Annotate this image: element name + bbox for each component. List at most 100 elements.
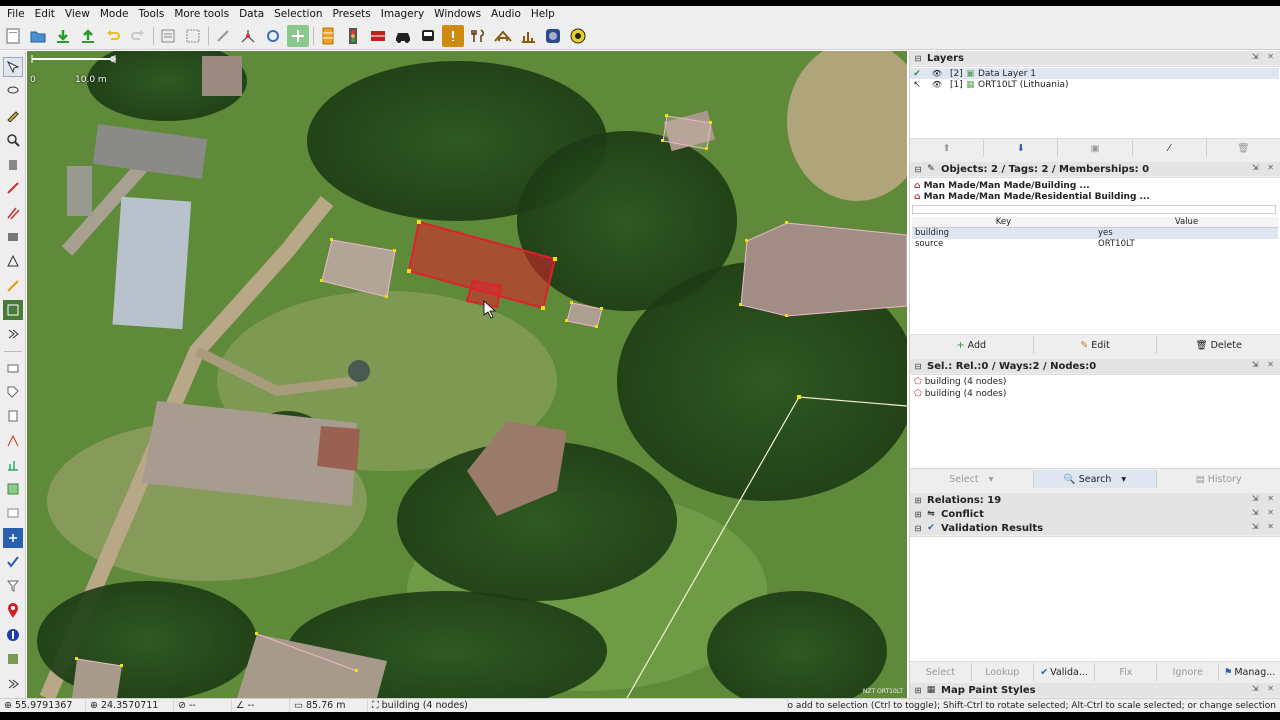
compass-icon[interactable]	[3, 625, 23, 645]
menu-more-tools[interactable]: More tools	[169, 6, 234, 23]
move-up-icon[interactable]: ⬆	[910, 139, 985, 157]
undo-icon[interactable]	[102, 25, 124, 47]
open-file-icon[interactable]	[27, 25, 49, 47]
chart-icon[interactable]	[517, 25, 539, 47]
edit-tag-button[interactable]: ✎ Edit	[1034, 336, 1158, 354]
layer-properties-icon[interactable]: ⁄	[1133, 139, 1207, 157]
relations-icon[interactable]	[3, 431, 23, 451]
merge-icon[interactable]: ▣	[1058, 139, 1133, 157]
zoom-icon[interactable]	[3, 130, 23, 150]
building-tool-icon[interactable]	[3, 252, 23, 272]
selection-panel-header[interactable]: ⊟ Sel.: Rel.:0 / Ways:2 / Nodes:0 ⇲ ✕	[910, 359, 1280, 373]
fix-button[interactable]: Fix	[1095, 663, 1158, 681]
bus-icon[interactable]	[417, 25, 439, 47]
tag-filter-input[interactable]	[912, 205, 1276, 214]
marker-icon[interactable]	[3, 601, 23, 621]
collapse-icon[interactable]: ⊟	[912, 524, 924, 533]
hazard-icon[interactable]	[442, 25, 464, 47]
move-down-icon[interactable]: ⬇	[984, 139, 1059, 157]
tags-panel-header[interactable]: ⊟ ✎ Objects: 2 / Tags: 2 / Memberships: …	[910, 162, 1280, 176]
extrude-icon[interactable]	[3, 227, 23, 247]
menu-imagery[interactable]: Imagery	[376, 6, 429, 23]
expand-icon[interactable]	[3, 674, 23, 694]
select-tool-icon[interactable]	[2, 57, 23, 77]
location-icon[interactable]	[2, 527, 23, 548]
select-button[interactable]: Select ▾	[910, 470, 1034, 488]
preset-link[interactable]: ⌂ Man Made/Man Made/Residential Building…	[914, 192, 1150, 202]
refresh-icon[interactable]	[262, 25, 284, 47]
list-item[interactable]: ⬠ building (4 nodes)	[914, 377, 1006, 387]
history-icon[interactable]	[3, 479, 23, 499]
more-arrow-icon[interactable]	[3, 324, 23, 344]
menu-selection[interactable]: Selection	[269, 6, 327, 23]
imagery-icon[interactable]	[287, 25, 309, 47]
preset-link[interactable]: ⌂ Man Made/Man Made/Building ...	[914, 181, 1090, 191]
panel-controls-icon[interactable]: ⇲ ✕	[1252, 684, 1277, 693]
panel-controls-icon[interactable]: ⇲ ✕	[1252, 163, 1277, 172]
relations-panel-header[interactable]: ⊞ Relations: 19 ⇲ ✕	[910, 493, 1280, 507]
add-tag-button[interactable]: + Add	[910, 336, 1034, 354]
funnel-icon[interactable]	[3, 577, 23, 597]
panel-controls-icon[interactable]: ⇲ ✕	[1252, 508, 1277, 517]
fence-icon[interactable]	[367, 25, 389, 47]
collapse-icon[interactable]: ⊟	[912, 54, 924, 63]
checkmark-icon[interactable]	[3, 552, 23, 572]
expand-icon[interactable]: ⊞	[912, 496, 924, 505]
menu-windows[interactable]: Windows	[429, 6, 486, 23]
tags-toggle-icon[interactable]	[3, 382, 23, 402]
menu-mode[interactable]: Mode	[95, 6, 134, 23]
collapse-icon[interactable]: ⊟	[912, 362, 924, 371]
traffic-light-icon[interactable]	[342, 25, 364, 47]
visible-eye-icon[interactable]: 👁	[924, 69, 950, 78]
delete-layer-icon[interactable]: 🗑	[1207, 139, 1280, 157]
layer-row[interactable]: ↖ 👁 [1] ▦ ORT10LT (Lithuania)	[910, 79, 1279, 90]
layers-toggle-icon[interactable]	[3, 358, 23, 378]
camera-icon[interactable]	[542, 25, 564, 47]
conflict-panel-header[interactable]: ⊞ ⇋ Conflict ⇲ ✕	[910, 507, 1280, 521]
search-button[interactable]: 🔍 Search ▾	[1033, 470, 1158, 488]
expand-icon[interactable]: ⊞	[912, 686, 924, 695]
menu-data[interactable]: Data	[234, 6, 269, 23]
draw-way-icon[interactable]	[3, 276, 23, 296]
image-icon[interactable]	[3, 504, 23, 524]
panel-controls-icon[interactable]: ⇲ ✕	[1252, 522, 1277, 531]
map-view[interactable]: 0 10.0 m NZT ORT10LT	[27, 51, 907, 698]
menu-tools[interactable]: Tools	[133, 6, 169, 23]
menu-view[interactable]: View	[60, 6, 95, 23]
building-icon[interactable]	[492, 25, 514, 47]
layer-row[interactable]: ✔ 👁 [2] ▣ Data Layer 1	[910, 68, 1279, 79]
panel-controls-icon[interactable]: ⇲ ✕	[1252, 494, 1277, 503]
draw-icon[interactable]	[3, 106, 23, 126]
value-column-header[interactable]: Value	[1095, 217, 1278, 227]
tag-row[interactable]: source ORT10LT	[912, 239, 1278, 250]
upload-icon[interactable]	[77, 25, 99, 47]
validation-icon[interactable]	[3, 455, 23, 475]
lasso-icon[interactable]	[3, 81, 23, 101]
delete-tag-button[interactable]: 🗑 Delete	[1157, 336, 1280, 354]
menu-edit[interactable]: Edit	[30, 6, 60, 23]
settings-icon[interactable]	[3, 650, 23, 670]
expand-icon[interactable]: ⊞	[912, 510, 924, 519]
visible-eye-icon[interactable]: 👁	[924, 80, 950, 89]
menu-file[interactable]: File	[2, 6, 30, 23]
key-column-header[interactable]: Key	[912, 217, 1095, 227]
sun-icon[interactable]	[567, 25, 589, 47]
menu-help[interactable]: Help	[526, 6, 560, 23]
restaurant-icon[interactable]	[467, 25, 489, 47]
validation-select-button[interactable]: Select	[910, 663, 972, 681]
list-item[interactable]: ⬠ building (4 nodes)	[914, 389, 1006, 399]
collapse-icon[interactable]: ⊟	[912, 165, 924, 174]
preferences-icon[interactable]	[157, 25, 179, 47]
filter-icon[interactable]	[3, 406, 23, 426]
manage-button[interactable]: ⚑ Manag...	[1219, 663, 1280, 681]
car-icon[interactable]	[392, 25, 414, 47]
validation-panel-header[interactable]: ⊟ ✔ Validation Results ⇲ ✕	[910, 521, 1280, 535]
redo-icon[interactable]	[127, 25, 149, 47]
improve-way-icon[interactable]	[3, 179, 23, 199]
delete-tool-icon[interactable]	[3, 154, 23, 174]
validate-button[interactable]: ✔ Valida...	[1034, 663, 1096, 681]
panel-controls-icon[interactable]: ⇲ ✕	[1252, 360, 1277, 369]
download-icon[interactable]	[52, 25, 74, 47]
layers-panel-header[interactable]: ⊟ Layers ⇲ ✕	[910, 51, 1280, 65]
panel-controls-icon[interactable]: ⇲ ✕	[1252, 52, 1277, 61]
